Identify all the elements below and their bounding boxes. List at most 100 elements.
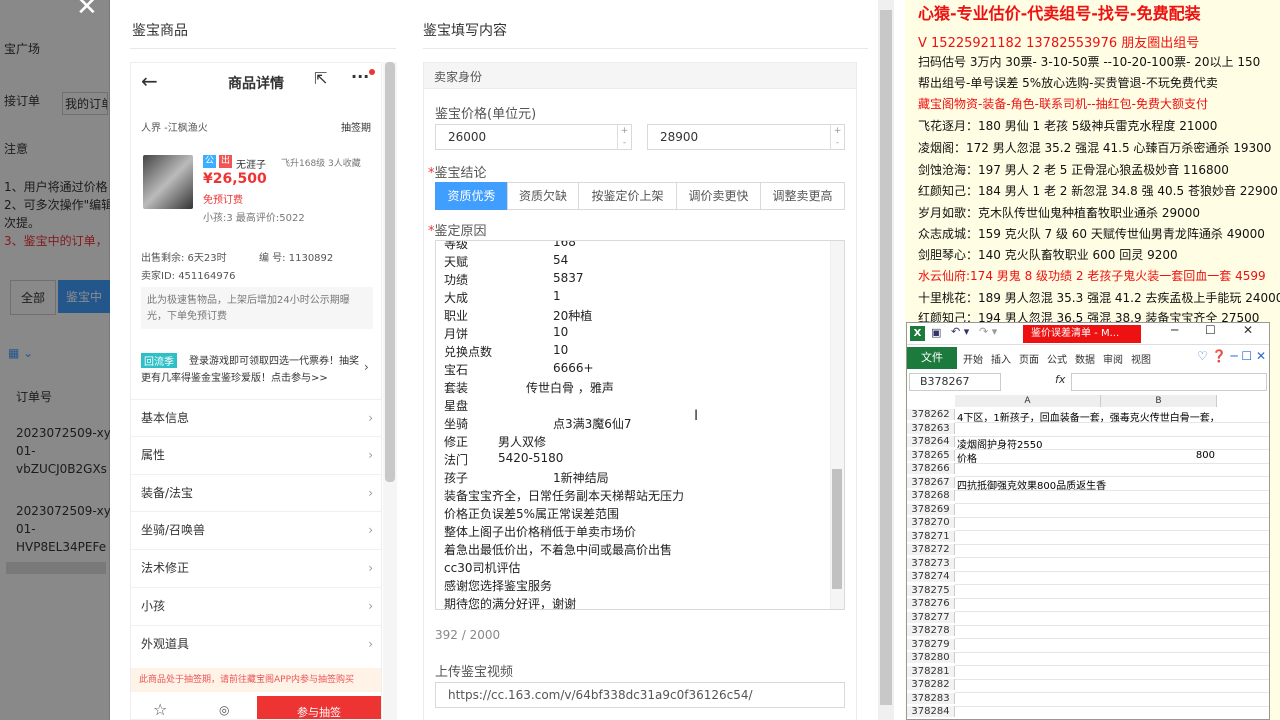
menu-item-attributes[interactable]: 属性 › (131, 436, 381, 473)
reason-value: 1新神结局 (553, 471, 609, 485)
row-number[interactable]: 378268 (907, 490, 955, 501)
chevron-right-icon[interactable]: › (364, 360, 369, 374)
ribbon-tab[interactable]: 页面 (1019, 351, 1039, 366)
price-min-input[interactable]: 26000 + - (435, 124, 632, 150)
row-number[interactable]: 378280 (907, 652, 955, 663)
redo-icon[interactable]: ↷ ▾ (979, 325, 997, 338)
notification-dot (369, 69, 375, 75)
row-number[interactable]: 378267 (907, 476, 955, 488)
seller-identity-label: 卖家身份 (434, 70, 483, 84)
close-icon[interactable]: ✕ (1243, 323, 1253, 337)
ribbon-tab[interactable]: 视图 (1131, 351, 1151, 366)
panel-line: 红颜知己：184 男人 1 老 2 新忽混 34.8 强 40.5 苍狼妙音 2… (918, 184, 1278, 198)
more-icon[interactable]: ··· (351, 67, 369, 86)
minimize-icon[interactable]: ─ (1171, 323, 1178, 337)
preview-scroll-thumb[interactable] (385, 62, 395, 482)
menu-item-appearance[interactable]: 外观道具 › (131, 625, 381, 662)
panel-line: 藏宝阁物资-装备-角色-联系司机--抽红包-免费大额支付 (918, 97, 1208, 111)
menu-item-equipment[interactable]: 装备/法宝 › (131, 474, 381, 511)
star-icon[interactable]: ☆ (153, 700, 167, 719)
share-icon[interactable]: ⇱ (314, 69, 327, 88)
help-icon[interactable]: ♡ ❓ ─ ☐ ✕ (1197, 349, 1266, 363)
row-number[interactable]: 378277 (907, 611, 955, 623)
menu-item-mounts[interactable]: 坐骑/召唤兽 › (131, 511, 381, 548)
wallet-icon[interactable]: ◎ (219, 703, 229, 717)
row-number[interactable]: 378273 (907, 557, 955, 569)
row-number[interactable]: 378279 (907, 638, 955, 650)
tab-adjust-higher[interactable]: 调整卖更高 (760, 182, 845, 210)
stepper-icon[interactable]: + - (617, 125, 631, 149)
ribbon-tab[interactable]: 公式 (1047, 351, 1067, 366)
conclusion-label-text: 鉴宝结论 (434, 166, 487, 181)
row-number[interactable]: 378281 (907, 665, 955, 677)
ribbon-tab[interactable]: 开始 (963, 351, 983, 366)
tab-list-at-price[interactable]: 按鉴定价上架 (578, 182, 677, 210)
row-number[interactable]: 378282 (907, 679, 955, 690)
excel-icon: X (910, 326, 925, 341)
formula-bar[interactable] (1071, 373, 1267, 391)
menu-item-label: 基本信息 (141, 411, 190, 425)
textarea-scroll-thumb[interactable] (832, 469, 842, 589)
reason-key: 宝石 (444, 363, 469, 377)
row-number[interactable]: 378266 (907, 463, 955, 474)
undo-icon[interactable]: ↶ ▾ (951, 325, 969, 338)
ribbon-tab[interactable]: 插入 (991, 351, 1011, 366)
column-header-a[interactable]: A (955, 395, 1101, 407)
reason-label-text: 鉴定原因 (434, 224, 487, 239)
buy-button[interactable]: 参与抽签 (257, 696, 381, 719)
row-number[interactable]: 378271 (907, 530, 955, 542)
row-gridline (955, 516, 1269, 518)
row-gridline (955, 584, 1269, 585)
name-box[interactable]: B378267 (909, 373, 1001, 391)
menu-item-spell-correction[interactable]: 法术修正 › (131, 549, 381, 586)
reason-key: 大成 (444, 291, 469, 305)
row-number[interactable]: 378275 (907, 584, 955, 596)
file-button[interactable]: 文件 (907, 347, 957, 369)
menu-item-basic-info[interactable]: 基本信息 › (131, 399, 381, 436)
reason-key: 天赋 (444, 255, 469, 269)
column-header-b[interactable]: B (1101, 395, 1217, 407)
stepper-icon[interactable]: + - (830, 125, 844, 149)
dialog-scroll-thumb[interactable] (880, 10, 892, 705)
row-number[interactable]: 378274 (907, 571, 955, 582)
close-icon[interactable]: ✕ (76, 0, 98, 22)
reason-textarea[interactable]: 等级 168 天赋 54 功绩 5837 大成 1 职业 20种植 月饼 10 兑换点数 10… (435, 240, 845, 610)
panel-line: 剑蚀沧海：197 男人 2 老 5 正骨混心狼孟极妙音 116800 (918, 163, 1229, 177)
draw-tag: 抽签期 (341, 123, 371, 134)
row-number[interactable]: 378263 (907, 422, 955, 434)
ribbon-tab[interactable]: 审阅 (1103, 351, 1123, 366)
row-gridline (955, 638, 1269, 639)
row-number[interactable]: 378284 (907, 706, 955, 717)
row-gridline (955, 611, 1269, 612)
price-max-input[interactable]: 28900 + - (647, 124, 845, 150)
reason-value: 男人双修 (498, 435, 547, 449)
save-icon[interactable]: ▣ (931, 326, 941, 339)
reason-label: *鉴定原因 (428, 220, 487, 239)
price-label: 鉴宝价格(单位元) (435, 107, 537, 122)
tab-lacking[interactable]: 资质欠缺 (507, 182, 579, 210)
cell-b[interactable]: 800 (1105, 450, 1215, 461)
back-icon[interactable]: ← (141, 69, 158, 93)
row-number[interactable]: 378276 (907, 598, 955, 609)
panel-line: 扫码估号 3万内 30票- 3-10-50票 --10-20-100票- 20以… (918, 55, 1261, 69)
row-number[interactable]: 378270 (907, 517, 955, 528)
row-number[interactable]: 378272 (907, 544, 955, 555)
chevron-right-icon: › (368, 599, 373, 613)
row-number[interactable]: 378264 (907, 436, 955, 447)
promo-banner[interactable]: 登录游戏即可领取四选一代票券！抽奖更有几率得鉴金宝鉴珍爱版！点击参与>> (141, 353, 365, 387)
row-number[interactable]: 378269 (907, 503, 955, 515)
section-title-form: 鉴宝填写内容 (423, 23, 507, 39)
row-number[interactable]: 378278 (907, 625, 955, 636)
tab-excellent[interactable]: 资质优秀 (435, 182, 508, 210)
video-url-input[interactable]: https://cc.163.com/v/64bf338dc31a9c0f361… (435, 682, 845, 708)
chevron-right-icon: › (368, 411, 373, 425)
row-number[interactable]: 378283 (907, 692, 955, 704)
tab-adjust-faster[interactable]: 调价卖更快 (676, 182, 761, 210)
window-title: 鉴价误差清单 - M... (1023, 325, 1141, 343)
row-number[interactable]: 378265 (907, 449, 955, 461)
row-number[interactable]: 378262 (907, 409, 955, 420)
maximize-icon[interactable]: ☐ (1205, 323, 1216, 337)
server-name: 人界 -江枫渔火 (141, 123, 208, 134)
ribbon-tab[interactable]: 数据 (1075, 351, 1095, 366)
menu-item-children[interactable]: 小孩 › (131, 587, 381, 624)
